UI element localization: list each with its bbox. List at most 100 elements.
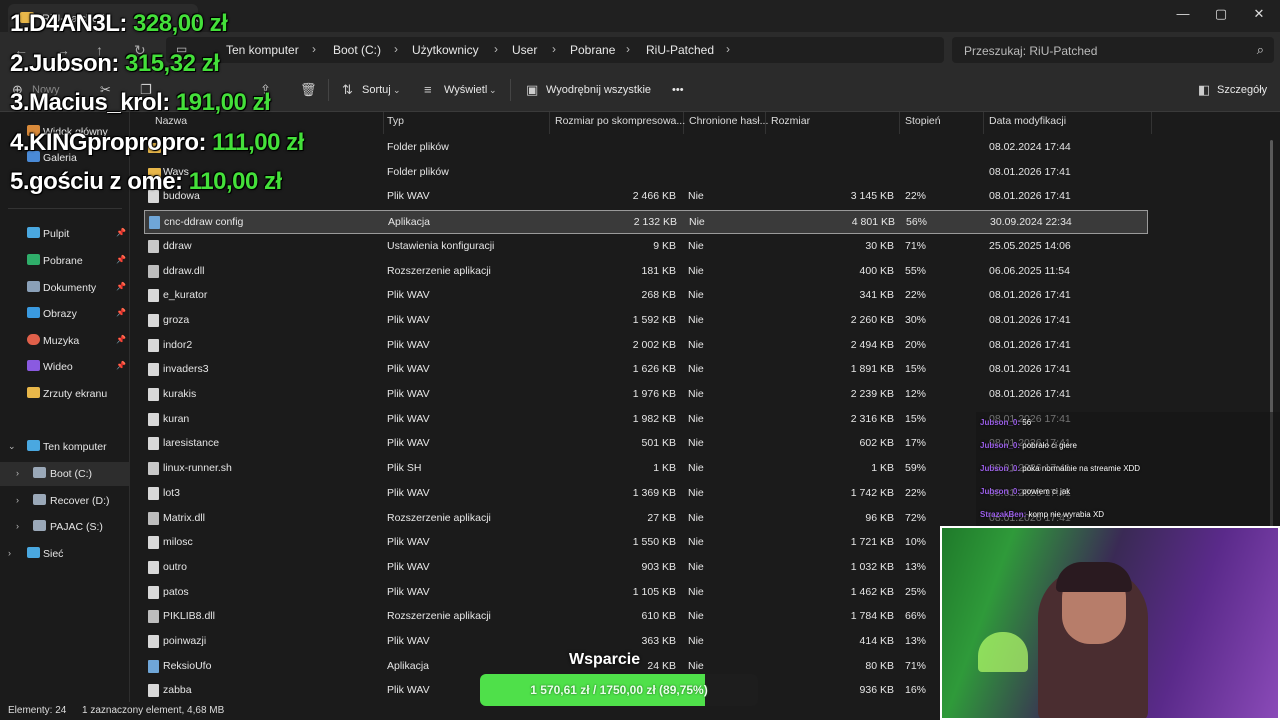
file-name: invaders3 (163, 363, 209, 376)
column-header-type[interactable]: Typ (382, 112, 550, 134)
crumb-users[interactable]: Użytkownicy (412, 43, 479, 57)
chevron-right-icon: › (552, 42, 556, 56)
pin-icon[interactable]: 📌 (116, 282, 126, 291)
crumb-boot[interactable]: Boot (C:) (333, 43, 381, 57)
file-password-protected: Nie (688, 190, 704, 203)
file-compressed-size: 501 KB (641, 437, 676, 450)
file-ratio: 56% (906, 216, 928, 229)
pin-icon[interactable]: 📌 (116, 255, 126, 264)
file-size: 2 260 KB (850, 313, 894, 326)
donation-amount: 328,00 zł (133, 10, 228, 37)
file-ratio: 15% (905, 363, 927, 376)
column-header-date[interactable]: Data modyfikacji (984, 112, 1152, 134)
column-header-label: Rozmiar po skompresowa... (555, 115, 686, 127)
crumb-this-pc[interactable]: Ten komputer (226, 43, 299, 57)
sidebar-item-boot[interactable]: › Boot (C:) (0, 462, 130, 486)
file-name: kuran (163, 412, 190, 425)
chat-message: Jubson_0: powiem ci jak (980, 487, 1070, 496)
chevron-right-icon: › (394, 42, 398, 56)
file-row[interactable]: cnc-ddraw config Aplikacja 2 132 KB Nie 4 80… (144, 210, 1148, 235)
file-row[interactable]: ddraw Ustawienia konfiguracji 9 KB Nie 30 KB… (144, 235, 1148, 259)
search-input[interactable]: Przeszukaj: RiU-Patched ⌕ (952, 37, 1274, 63)
file-compressed-size: 2 466 KB (632, 190, 676, 203)
file-ratio: 15% (905, 412, 927, 425)
details-button[interactable]: Szczegóły (1217, 84, 1267, 96)
sidebar-item-pictures[interactable]: Obrazy 📌 (0, 302, 130, 326)
file-size: 1 784 KB (850, 610, 894, 623)
chevron-down-icon[interactable]: ⌄ (8, 441, 16, 452)
file-compressed-size: 903 KB (641, 560, 676, 573)
file-type: Plik WAV (387, 486, 430, 499)
drive-icon (33, 467, 46, 478)
extract-icon: ▣ (526, 82, 539, 97)
sidebar-item-desktop[interactable]: Pulpit 📌 (0, 222, 130, 246)
file-type: Plik WAV (387, 560, 430, 573)
sidebar-item-label: Dokumenty (43, 282, 97, 294)
file-name: kurakis (163, 388, 197, 400)
file-row[interactable]: ddraw.dll Rozszerzenie aplikacji 181 KB Nie… (144, 260, 1148, 284)
column-header-compressed-size[interactable]: Rozmiar po skompresowa... (550, 112, 686, 134)
file-row[interactable]: budowa Plik WAV 2 466 KB Nie 3 145 KB 22% 08.0… (144, 185, 1148, 209)
file-password-protected: Nie (688, 610, 704, 623)
file-row[interactable]: kurakis Plik WAV 1 976 KB Nie 2 239 KB 12% 08.… (144, 383, 1148, 407)
chevron-right-icon: › (494, 42, 498, 56)
sidebar-item-documents[interactable]: Dokumenty 📌 (0, 276, 130, 300)
file-row[interactable]: e_kurator Plik WAV 268 KB Nie 341 KB 22% 08.01… (144, 284, 1148, 308)
sidebar-item-recover[interactable]: › Recover (D:) (0, 489, 130, 513)
file-row[interactable]: Wavs Folder plików 08.01.2026 17:41 (144, 161, 1148, 185)
chat-text: 56 (1022, 418, 1032, 427)
sidebar-item-this-pc[interactable]: ⌄ Ten komputer (0, 435, 130, 459)
extract-all-button[interactable]: Wyodrębnij wszystkie (546, 84, 651, 96)
sort-icon: ⇅ (342, 82, 353, 97)
sidebar-item-label: Obrazy (43, 308, 77, 320)
view-button[interactable]: Wyświetl (444, 84, 487, 96)
minimize-button[interactable]: — (1168, 6, 1198, 24)
file-ratio: 59% (905, 462, 927, 475)
crumb-user[interactable]: User (512, 43, 537, 57)
file-compressed-size: 1 105 KB (632, 585, 676, 598)
chevron-right-icon[interactable]: › (16, 495, 19, 505)
sidebar-item-pajac[interactable]: › PAJAC (S:) (0, 515, 130, 539)
file-size: 1 891 KB (850, 363, 894, 376)
pin-icon[interactable]: 📌 (116, 335, 126, 344)
file-size: 341 KB (859, 289, 894, 302)
file-ratio: 72% (905, 511, 927, 524)
file-password-protected: Nie (688, 560, 704, 573)
delete-icon[interactable]: 🗑 (300, 82, 317, 98)
file-type: Plik WAV (387, 313, 430, 326)
close-window-button[interactable]: ✕ (1244, 6, 1274, 24)
file-row[interactable]: invaders3 Plik WAV 1 626 KB Nie 1 891 KB 15% 0… (144, 358, 1148, 382)
crumb-riu-patched[interactable]: RiU-Patched (646, 43, 714, 57)
sort-button[interactable]: Sortuj (362, 84, 391, 96)
column-header-ratio[interactable]: Stopień (900, 112, 984, 134)
sidebar-item-label: Sieć (43, 548, 64, 560)
sidebar-item-network[interactable]: › Sieć (0, 542, 130, 566)
file-type: Rozszerzenie aplikacji (387, 511, 491, 524)
sidebar-item-video[interactable]: Wideo 📌 (0, 355, 130, 379)
maximize-button[interactable]: ▢ (1206, 6, 1236, 24)
file-password-protected: Nie (688, 635, 704, 647)
file-row[interactable]: groza Plik WAV 1 592 KB Nie 2 260 KB 30% 08.01… (144, 309, 1148, 333)
audio-file-icon (148, 289, 159, 303)
address-bar[interactable]: ▭ Ten komputer › Boot (C:) › Użytkownicy… (166, 37, 944, 63)
crumb-downloads[interactable]: Pobrane (570, 43, 615, 57)
pin-icon[interactable]: 📌 (116, 361, 126, 370)
sidebar-item-music[interactable]: Muzyka 📌 (0, 329, 130, 353)
pin-icon[interactable]: 📌 (116, 308, 126, 317)
file-row[interactable]: indor2 Plik WAV 2 002 KB Nie 2 494 KB 20% 08.0… (144, 334, 1148, 358)
file-type: Plik WAV (387, 585, 430, 598)
sidebar-item-screenshots[interactable]: Zrzuty ekranu (0, 382, 130, 406)
chevron-right-icon[interactable]: › (16, 468, 19, 478)
pin-icon[interactable]: 📌 (116, 228, 126, 237)
column-header-password[interactable]: Chronione hasł... (684, 112, 768, 134)
chevron-right-icon[interactable]: › (16, 521, 19, 531)
column-header-size[interactable]: Rozmiar (766, 112, 900, 134)
sidebar-item-downloads[interactable]: Pobrane 📌 (0, 249, 130, 273)
chevron-right-icon[interactable]: › (8, 548, 11, 558)
file-type: Plik WAV (387, 635, 430, 647)
webcam-feed (940, 526, 1280, 720)
sidebar-item-label: Zrzuty ekranu (43, 388, 108, 400)
file-date: 08.01.2026 17:41 (989, 165, 1071, 178)
file-password-protected: Nie (688, 536, 704, 549)
more-options-button[interactable]: ••• (672, 84, 684, 96)
